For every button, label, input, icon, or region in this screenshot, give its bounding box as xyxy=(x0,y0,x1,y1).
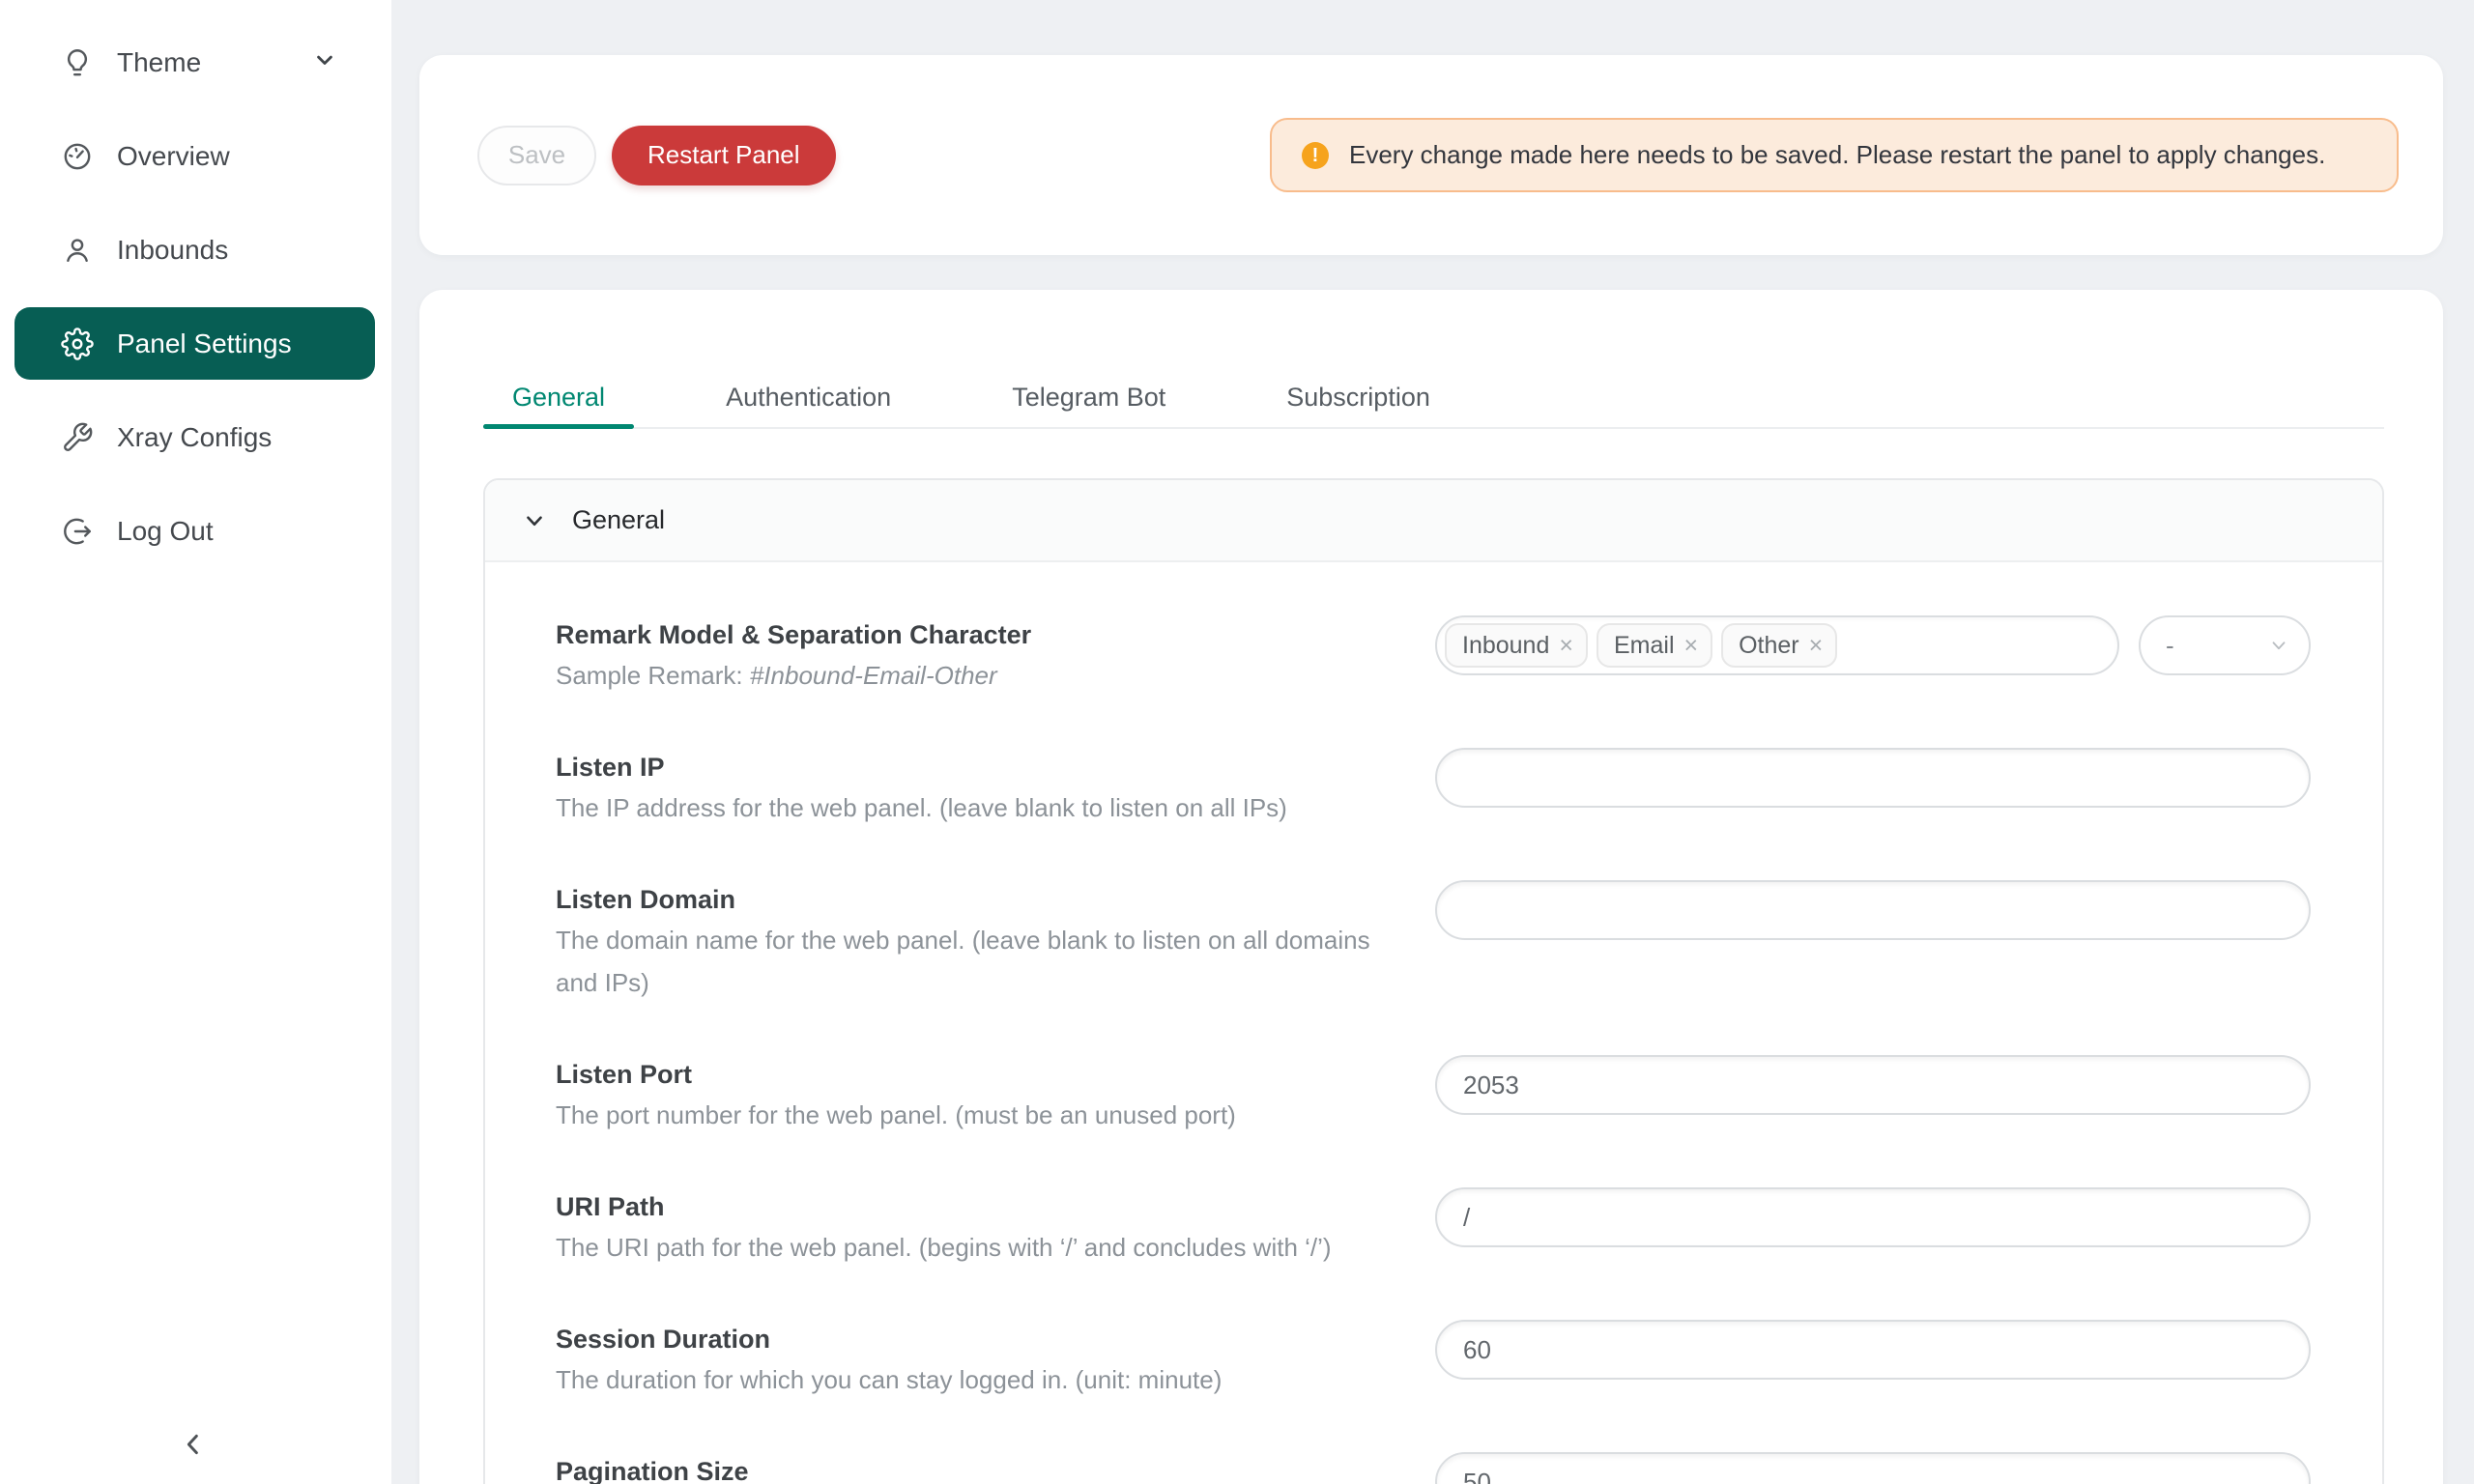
field-row-session-duration: Session Duration The duration for which … xyxy=(556,1320,2311,1401)
remove-tag-icon[interactable]: × xyxy=(1559,634,1573,658)
field-label: Remark Model & Separation Character xyxy=(556,615,1416,654)
sidebar-item-label: Xray Configs xyxy=(117,422,272,453)
field-description: The IP address for the web panel. (leave… xyxy=(556,786,1416,829)
section-title: General xyxy=(572,505,665,535)
tab-subscription[interactable]: Subscription xyxy=(1257,367,1459,427)
field-row-uri-path: URI Path The URI path for the web panel.… xyxy=(556,1187,2311,1269)
field-description: The duration for which you can stay logg… xyxy=(556,1358,1416,1401)
tag-label: Other xyxy=(1739,632,1799,660)
separator-select-value: - xyxy=(2166,631,2174,661)
general-settings-form: Remark Model & Separation Character Samp… xyxy=(485,562,2382,1484)
sidebar-item-overview[interactable]: Overview xyxy=(14,120,375,192)
chevron-down-icon xyxy=(311,46,338,78)
general-collapse-panel: General Remark Model & Separation Charac… xyxy=(483,478,2384,1484)
sidebar-item-label: Theme xyxy=(117,47,201,78)
listen-domain-input[interactable] xyxy=(1435,880,2311,940)
chevron-down-icon xyxy=(2268,635,2289,656)
warning-icon: ! xyxy=(1302,142,1329,169)
sample-remark-prefix: Sample Remark: xyxy=(556,661,750,690)
wrench-icon xyxy=(61,421,94,454)
sample-remark-value: #Inbound-Email-Other xyxy=(750,661,997,690)
field-label: Listen Domain xyxy=(556,880,1416,919)
field-description: The port number for the web panel. (must… xyxy=(556,1094,1416,1136)
field-row-remark-model: Remark Model & Separation Character Samp… xyxy=(556,615,2311,697)
general-collapse-header[interactable]: General xyxy=(485,480,2382,562)
settings-card: General Authentication Telegram Bot Subs… xyxy=(419,290,2443,1484)
field-row-listen-domain: Listen Domain The domain name for the we… xyxy=(556,880,2311,1004)
field-label: Session Duration xyxy=(556,1320,1416,1358)
tag-chip: Other × xyxy=(1721,623,1837,668)
sidebar-item-theme[interactable]: Theme xyxy=(14,26,375,99)
remove-tag-icon[interactable]: × xyxy=(1684,634,1699,658)
separator-select[interactable]: - xyxy=(2139,615,2311,675)
logout-icon xyxy=(61,515,94,548)
field-row-pagination-size: Pagination Size xyxy=(556,1452,2311,1484)
sidebar-item-log-out[interactable]: Log Out xyxy=(14,495,375,567)
tab-general[interactable]: General xyxy=(483,367,634,427)
warning-alert-message: Every change made here needs to be saved… xyxy=(1349,134,2325,176)
restart-panel-button[interactable]: Restart Panel xyxy=(612,126,836,186)
sidebar-item-label: Log Out xyxy=(117,516,214,547)
field-description: Sample Remark: #Inbound-Email-Other xyxy=(556,654,1416,697)
session-duration-input[interactable] xyxy=(1435,1320,2311,1380)
listen-ip-input[interactable] xyxy=(1435,748,2311,808)
field-row-listen-ip: Listen IP The IP address for the web pan… xyxy=(556,748,2311,829)
sidebar-item-label: Overview xyxy=(117,141,230,172)
tag-chip: Email × xyxy=(1597,623,1712,668)
sidebar: Theme Overview Inbounds xyxy=(0,0,391,1484)
sidebar-item-label: Inbounds xyxy=(117,235,228,266)
sidebar-item-panel-settings[interactable]: Panel Settings xyxy=(14,307,375,380)
uri-path-input[interactable] xyxy=(1435,1187,2311,1247)
chevron-down-icon xyxy=(522,508,547,533)
actions-card: Save Restart Panel ! Every change made h… xyxy=(419,55,2443,255)
field-label: URI Path xyxy=(556,1187,1416,1226)
tag-label: Email xyxy=(1614,632,1675,660)
field-description: The domain name for the web panel. (leav… xyxy=(556,919,1416,1004)
tag-label: Inbound xyxy=(1462,632,1549,660)
lightbulb-icon xyxy=(61,46,94,79)
save-button[interactable]: Save xyxy=(477,126,596,186)
settings-tabs: General Authentication Telegram Bot Subs… xyxy=(483,290,2384,429)
remark-model-tags-input[interactable]: Inbound × Email × Other × xyxy=(1435,615,2119,675)
field-description: The URI path for the web panel. (begins … xyxy=(556,1226,1416,1269)
listen-port-input[interactable] xyxy=(1435,1055,2311,1115)
sidebar-nav: Theme Overview Inbounds xyxy=(0,0,391,567)
sidebar-collapse-button[interactable] xyxy=(174,1424,213,1467)
field-label: Pagination Size xyxy=(556,1452,1416,1484)
main-content: Save Restart Panel ! Every change made h… xyxy=(391,55,2474,1484)
chevron-left-icon xyxy=(178,1429,209,1460)
dashboard-icon xyxy=(61,140,94,173)
remove-tag-icon[interactable]: × xyxy=(1809,634,1824,658)
user-icon xyxy=(61,234,94,267)
field-label: Listen Port xyxy=(556,1055,1416,1094)
sidebar-item-label: Panel Settings xyxy=(117,328,292,359)
sidebar-item-xray-configs[interactable]: Xray Configs xyxy=(14,401,375,473)
pagination-size-input[interactable] xyxy=(1435,1452,2311,1484)
gear-icon xyxy=(61,328,94,360)
tab-authentication[interactable]: Authentication xyxy=(697,367,920,427)
field-label: Listen IP xyxy=(556,748,1416,786)
tab-telegram-bot[interactable]: Telegram Bot xyxy=(983,367,1194,427)
tag-chip: Inbound × xyxy=(1445,623,1588,668)
field-row-listen-port: Listen Port The port number for the web … xyxy=(556,1055,2311,1136)
warning-alert: ! Every change made here needs to be sav… xyxy=(1270,118,2399,192)
sidebar-item-inbounds[interactable]: Inbounds xyxy=(14,214,375,286)
